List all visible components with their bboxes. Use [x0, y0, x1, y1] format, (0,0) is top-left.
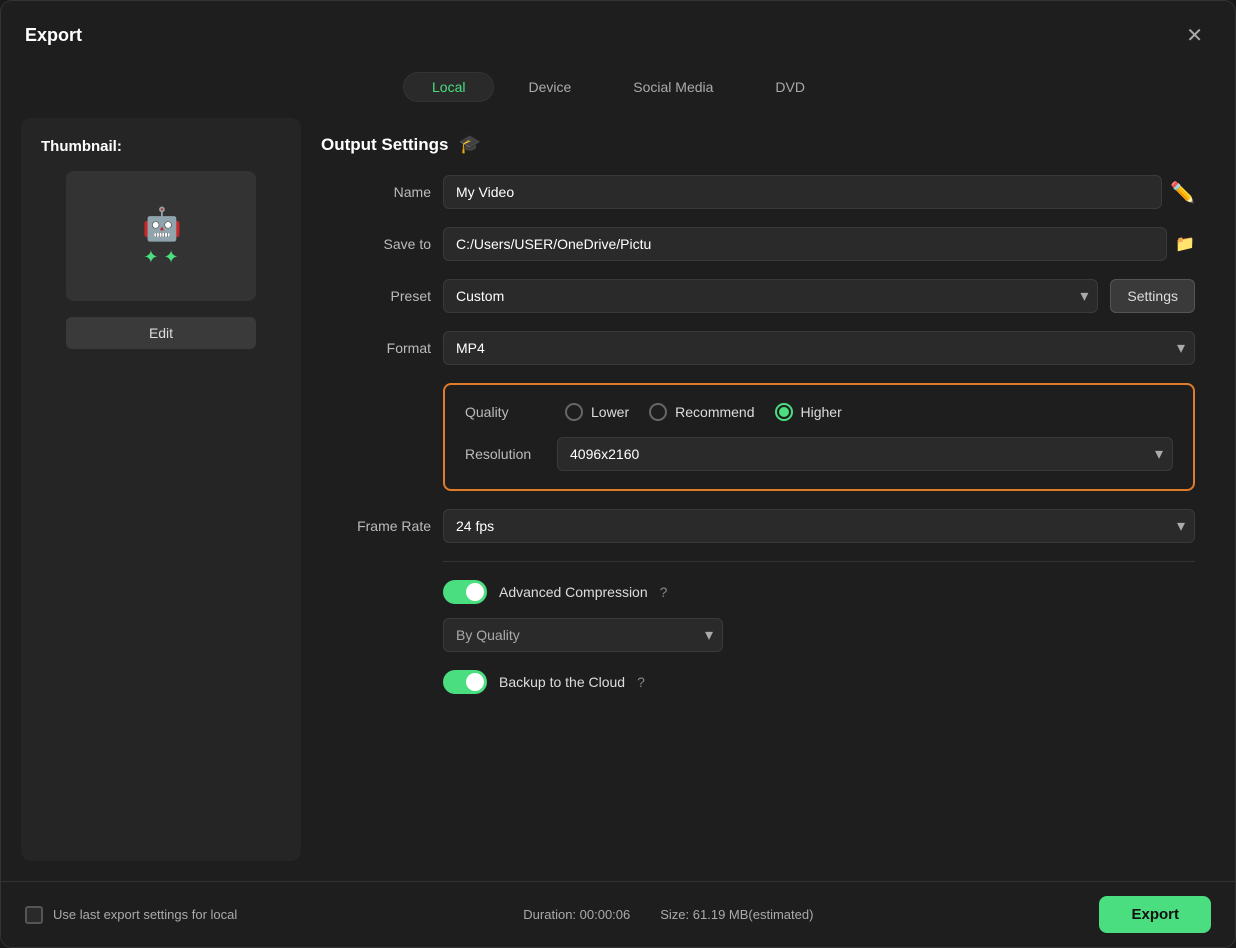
advanced-compression-toggle[interactable] — [443, 580, 487, 604]
right-panel: Output Settings 🎓 Name ✏️ Save to 📁 — [301, 118, 1215, 861]
backup-cloud-toggle[interactable] — [443, 670, 487, 694]
quality-recommend-label: Recommend — [675, 404, 754, 420]
left-panel: Thumbnail: 🤖 ✦ ✦ Edit — [21, 118, 301, 861]
quality-higher-radio[interactable] — [775, 403, 793, 421]
bottom-info: Duration: 00:00:06 Size: 61.19 MB(estima… — [523, 907, 813, 922]
quality-lower-radio[interactable] — [565, 403, 583, 421]
quality-radio-group: Lower Recommend Higher — [565, 403, 842, 421]
name-input[interactable] — [443, 175, 1162, 209]
backup-cloud-help-icon[interactable]: ? — [637, 674, 645, 690]
format-select-wrapper: MP4 MOV AVI MKV ▾ — [443, 331, 1195, 365]
preset-select[interactable]: Custom High Quality Medium Quality Low Q… — [443, 279, 1098, 313]
save-to-input-wrapper: 📁 — [443, 227, 1195, 261]
toggle-knob — [466, 583, 484, 601]
save-to-row: Save to 📁 — [321, 227, 1195, 261]
by-quality-row: By Quality By Size ▾ — [443, 618, 1195, 652]
backup-cloud-label: Backup to the Cloud — [499, 674, 625, 690]
tab-social-media[interactable]: Social Media — [605, 72, 741, 102]
resolution-select-wrapper: 4096x2160 1920x1080 1280x720 3840x2160 ▾ — [557, 437, 1173, 471]
advanced-compression-help-icon[interactable]: ? — [660, 584, 668, 600]
preset-row: Preset Custom High Quality Medium Qualit… — [321, 279, 1195, 313]
preset-select-wrapper: Custom High Quality Medium Quality Low Q… — [443, 279, 1098, 313]
export-button[interactable]: Export — [1099, 896, 1211, 933]
quality-lower-option[interactable]: Lower — [565, 403, 629, 421]
advanced-compression-label: Advanced Compression — [499, 584, 648, 600]
backup-toggle-knob — [466, 673, 484, 691]
graduation-cap-icon: 🎓 — [458, 134, 480, 155]
duration-info: Duration: 00:00:06 — [523, 907, 630, 922]
quality-label: Quality — [465, 404, 545, 420]
use-last-settings-checkbox[interactable] — [25, 906, 43, 924]
thumbnail-label: Thumbnail: — [41, 138, 122, 155]
use-last-settings: Use last export settings for local — [25, 906, 237, 924]
by-quality-select-wrapper: By Quality By Size ▾ — [443, 618, 723, 652]
divider — [443, 561, 1195, 562]
export-dialog: Export ✕ Local Device Social Media DVD T… — [0, 0, 1236, 948]
title-bar: Export ✕ — [1, 1, 1235, 64]
dialog-title: Export — [25, 25, 82, 46]
quality-row: Quality Lower Recommend — [465, 403, 1173, 421]
tab-device[interactable]: Device — [500, 72, 599, 102]
sparkle-icon: ✦ ✦ — [143, 247, 178, 268]
quality-recommend-option[interactable]: Recommend — [649, 403, 754, 421]
thumbnail-preview: 🤖 ✦ ✦ — [66, 171, 256, 301]
quality-resolution-box: Quality Lower Recommend — [443, 383, 1195, 491]
bottom-bar: Use last export settings for local Durat… — [1, 881, 1235, 947]
name-label: Name — [321, 184, 431, 200]
quality-lower-label: Lower — [591, 404, 629, 420]
preset-label: Preset — [321, 288, 431, 304]
name-input-wrapper: ✏️ — [443, 175, 1195, 209]
ai-badge-icon: 🤖 — [142, 205, 180, 243]
output-settings-header: Output Settings 🎓 — [321, 118, 1195, 175]
size-info: Size: 61.19 MB(estimated) — [660, 907, 813, 922]
advanced-compression-row: Advanced Compression ? — [443, 580, 1195, 604]
save-to-label: Save to — [321, 236, 431, 252]
ai-icon-wrap: 🤖 ✦ ✦ — [142, 205, 180, 268]
folder-icon[interactable]: 📁 — [1175, 234, 1195, 254]
frame-rate-select-wrapper: 24 fps 30 fps 60 fps 120 fps ▾ — [443, 509, 1195, 543]
resolution-label: Resolution — [465, 446, 545, 462]
close-button[interactable]: ✕ — [1178, 19, 1211, 52]
frame-rate-row: Frame Rate 24 fps 30 fps 60 fps 120 fps … — [321, 509, 1195, 543]
edit-button[interactable]: Edit — [66, 317, 256, 349]
quality-higher-option[interactable]: Higher — [775, 403, 842, 421]
content-area: Thumbnail: 🤖 ✦ ✦ Edit Output Settings 🎓 … — [1, 118, 1235, 881]
resolution-row: Resolution 4096x2160 1920x1080 1280x720 … — [465, 437, 1173, 471]
resolution-select[interactable]: 4096x2160 1920x1080 1280x720 3840x2160 — [557, 437, 1173, 471]
by-quality-select[interactable]: By Quality By Size — [443, 618, 723, 652]
output-settings-title: Output Settings — [321, 135, 448, 155]
format-select[interactable]: MP4 MOV AVI MKV — [443, 331, 1195, 365]
tab-local[interactable]: Local — [403, 72, 494, 102]
use-last-settings-label: Use last export settings for local — [53, 907, 237, 922]
radio-dot — [779, 407, 789, 417]
frame-rate-select[interactable]: 24 fps 30 fps 60 fps 120 fps — [443, 509, 1195, 543]
frame-rate-label: Frame Rate — [321, 518, 431, 534]
tab-bar: Local Device Social Media DVD — [1, 64, 1235, 118]
name-row: Name ✏️ — [321, 175, 1195, 209]
ai-edit-icon[interactable]: ✏️ — [1170, 180, 1195, 205]
settings-button[interactable]: Settings — [1110, 279, 1195, 313]
format-label: Format — [321, 340, 431, 356]
save-to-input[interactable] — [443, 227, 1167, 261]
quality-recommend-radio[interactable] — [649, 403, 667, 421]
backup-cloud-row: Backup to the Cloud ? — [443, 670, 1195, 694]
quality-higher-label: Higher — [801, 404, 842, 420]
tab-dvd[interactable]: DVD — [747, 72, 833, 102]
format-row: Format MP4 MOV AVI MKV ▾ — [321, 331, 1195, 365]
